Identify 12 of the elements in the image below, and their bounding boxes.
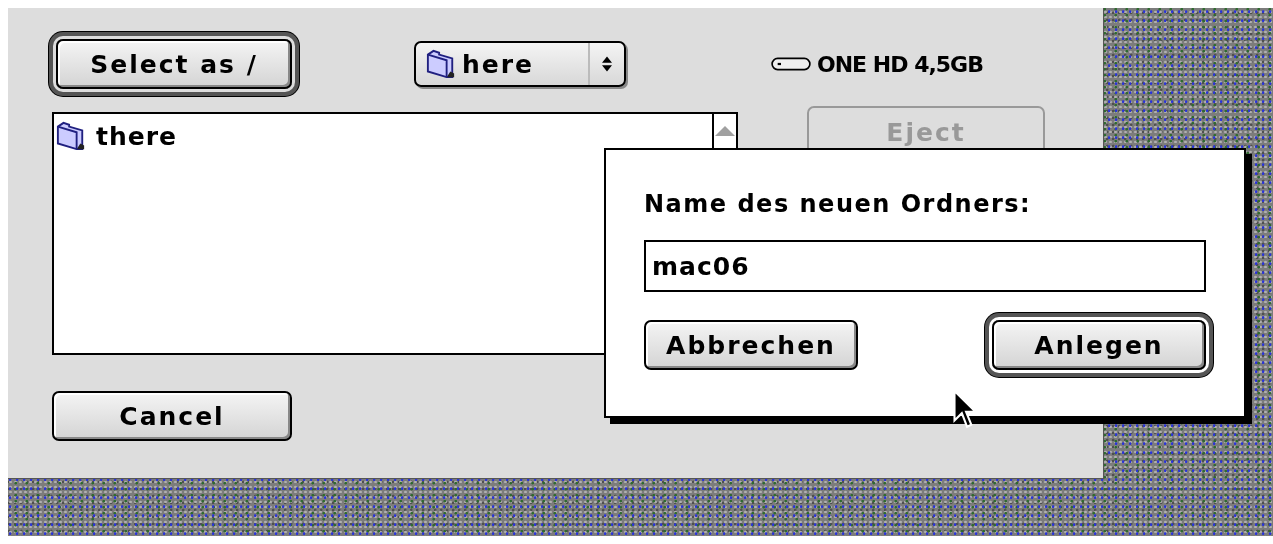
prompt-label: Name des neuen Ordners:: [644, 190, 1033, 218]
folder-icon: [56, 121, 86, 151]
folder-name-field[interactable]: mac06: [644, 240, 1206, 292]
file-list-item[interactable]: there: [56, 118, 712, 154]
updown-arrows-icon: [602, 55, 612, 73]
folder-icon: [426, 49, 456, 79]
cancel-button[interactable]: Abbrechen: [644, 320, 858, 370]
volume-name: ONE HD 4,5GB: [817, 51, 983, 77]
scroll-up-icon[interactable]: [715, 126, 735, 136]
folder-popup[interactable]: here: [414, 41, 626, 87]
cancel-button[interactable]: Cancel: [52, 391, 292, 441]
hard-drive-icon: [771, 57, 811, 71]
